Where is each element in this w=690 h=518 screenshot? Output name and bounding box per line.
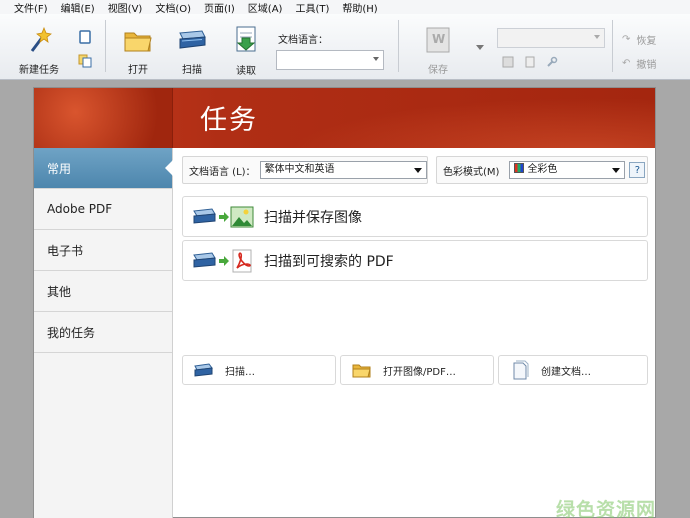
doc-language-option-label: 文档语言 (L)： xyxy=(189,166,256,178)
new-document-icon[interactable] xyxy=(78,30,92,44)
doc-language-select[interactable]: 繁体中文和英语 xyxy=(259,161,427,179)
scanner-icon xyxy=(175,24,209,55)
scanner-icon xyxy=(193,207,216,224)
task-scan-save-image[interactable]: 扫描并保存图像 xyxy=(182,196,648,237)
chevron-down-icon xyxy=(414,168,422,173)
doc-language-combo[interactable] xyxy=(276,50,384,70)
task-label: 扫描到可搜索的 PDF xyxy=(264,253,394,270)
toolbar-separator xyxy=(398,20,399,72)
help-button[interactable]: ? xyxy=(629,162,646,178)
scanner-icon xyxy=(193,360,215,380)
word-document-icon: W xyxy=(421,24,455,55)
sidebar-item-ebook[interactable]: 电子书 xyxy=(34,230,172,271)
sidebar-item-label: 其他 xyxy=(47,284,72,299)
save-button[interactable]: W 保存 xyxy=(418,14,458,76)
chevron-down-icon xyxy=(373,57,379,61)
save-label: 保存 xyxy=(428,65,448,76)
save-dropdown-chevron-icon[interactable] xyxy=(475,42,485,52)
restore-button[interactable]: ↷ 恢复 xyxy=(622,32,656,47)
color-mode-value: 全彩色 xyxy=(527,164,558,175)
read-label: 读取 xyxy=(236,66,256,77)
menu-document[interactable]: 文档(O) xyxy=(155,0,191,15)
sidebar-item-common[interactable]: 常用 xyxy=(34,148,173,189)
document-icon[interactable] xyxy=(524,56,536,68)
scan-button[interactable]: 扫描 xyxy=(172,14,212,76)
sidebar-item-label: 我的任务 xyxy=(47,325,96,340)
task-header: 任务 xyxy=(34,88,655,148)
sidebar-item-my-tasks[interactable]: 我的任务 xyxy=(34,312,172,353)
menu-file[interactable]: 文件(F) xyxy=(14,0,48,15)
sidebar-item-label: Adobe PDF xyxy=(47,202,113,216)
restore-label: 恢复 xyxy=(636,36,657,47)
watermark: 绿色资源网 xyxy=(556,499,657,518)
toolbar: 新建任务 打开 扫描 读取 文档语言： W 保存 ↷ 恢复 ↶ 撤销 xyxy=(0,14,690,80)
new-task-button[interactable]: 新建任务 xyxy=(14,14,64,76)
task-icons xyxy=(192,249,262,273)
page-title: 任务 xyxy=(200,105,258,136)
svg-text:W: W xyxy=(432,32,445,46)
pdf-icon xyxy=(232,249,252,272)
folder-open-icon xyxy=(351,360,373,380)
menu-help[interactable]: 帮助(H) xyxy=(342,0,377,15)
undo-label: 撤销 xyxy=(636,60,657,71)
task-scan-to-searchable-pdf[interactable]: 扫描到可搜索的 PDF xyxy=(182,240,648,281)
undo-button[interactable]: ↶ 撤销 xyxy=(622,56,656,71)
magic-wand-icon xyxy=(22,24,56,55)
image-icon xyxy=(230,206,254,227)
toolbar-separator xyxy=(105,20,106,72)
color-mode-label: 色彩模式(M) xyxy=(443,166,500,178)
task-icons xyxy=(192,205,262,229)
quick-open-label: 打开图像/PDF… xyxy=(383,366,456,378)
read-button[interactable]: 读取 xyxy=(226,14,266,77)
save-format-combo[interactable] xyxy=(497,28,605,48)
toolbar-separator xyxy=(612,20,613,72)
read-document-icon xyxy=(229,24,263,56)
menu-edit[interactable]: 编辑(E) xyxy=(61,0,95,15)
undo-arrow-icon: ↶ xyxy=(622,58,631,69)
task-window: 任务 常用 Adobe PDF 电子书 其他 我的任务 文档语言 (L)： 繁体… xyxy=(33,87,656,518)
menu-view[interactable]: 视图(V) xyxy=(108,0,143,15)
menu-area[interactable]: 区域(A) xyxy=(248,0,283,15)
chevron-down-icon xyxy=(612,168,621,173)
quick-scan-button[interactable]: 扫描… xyxy=(182,355,336,385)
new-task-label: 新建任务 xyxy=(19,65,59,76)
menu-page[interactable]: 页面(I) xyxy=(204,0,235,15)
copy-document-icon[interactable] xyxy=(78,54,92,68)
color-palette-icon xyxy=(514,163,525,173)
sidebar-item-label: 常用 xyxy=(47,161,72,176)
options-icon[interactable] xyxy=(502,56,514,68)
scanner-icon xyxy=(193,251,216,268)
arrow-right-icon xyxy=(219,255,229,266)
quick-create-label: 创建文档… xyxy=(541,366,591,378)
new-document-icon xyxy=(509,360,531,380)
redo-arrow-icon: ↷ xyxy=(622,34,631,45)
doc-language-label: 文档语言： xyxy=(278,35,328,46)
color-mode-select[interactable]: 全彩色 xyxy=(509,161,626,179)
menu-bar: 文件(F) 编辑(E) 视图(V) 文档(O) 页面(I) 区域(A) 工具(T… xyxy=(0,0,690,15)
quick-create-document-button[interactable]: 创建文档… xyxy=(498,355,648,385)
task-label: 扫描并保存图像 xyxy=(264,209,362,226)
sidebar-item-other[interactable]: 其他 xyxy=(34,271,172,312)
quick-open-image-pdf-button[interactable]: 打开图像/PDF… xyxy=(340,355,494,385)
sidebar-item-adobe-pdf[interactable]: Adobe PDF xyxy=(34,189,172,230)
menu-tools[interactable]: 工具(T) xyxy=(295,0,329,15)
doc-language-value: 繁体中文和英语 xyxy=(264,164,335,175)
color-mode-option: 色彩模式(M) 全彩色 ? xyxy=(436,156,648,184)
header-swirl xyxy=(235,88,655,148)
scan-label: 扫描 xyxy=(182,65,202,76)
open-button[interactable]: 打开 xyxy=(118,14,158,76)
open-label: 打开 xyxy=(128,65,148,76)
task-content: 文档语言 (L)： 繁体中文和英语 色彩模式(M) 全彩色 ? 扫描并保存图像 xyxy=(173,148,655,518)
arrow-right-icon xyxy=(219,211,229,222)
sidebar: 常用 Adobe PDF 电子书 其他 我的任务 xyxy=(34,148,173,518)
chevron-down-icon xyxy=(594,35,600,39)
header-decoration xyxy=(34,88,173,148)
wrench-icon[interactable] xyxy=(546,56,558,68)
folder-open-icon xyxy=(121,24,155,55)
quick-scan-label: 扫描… xyxy=(225,366,255,378)
doc-language-option: 文档语言 (L)： 繁体中文和英语 xyxy=(182,156,428,184)
sidebar-item-label: 电子书 xyxy=(47,243,84,258)
